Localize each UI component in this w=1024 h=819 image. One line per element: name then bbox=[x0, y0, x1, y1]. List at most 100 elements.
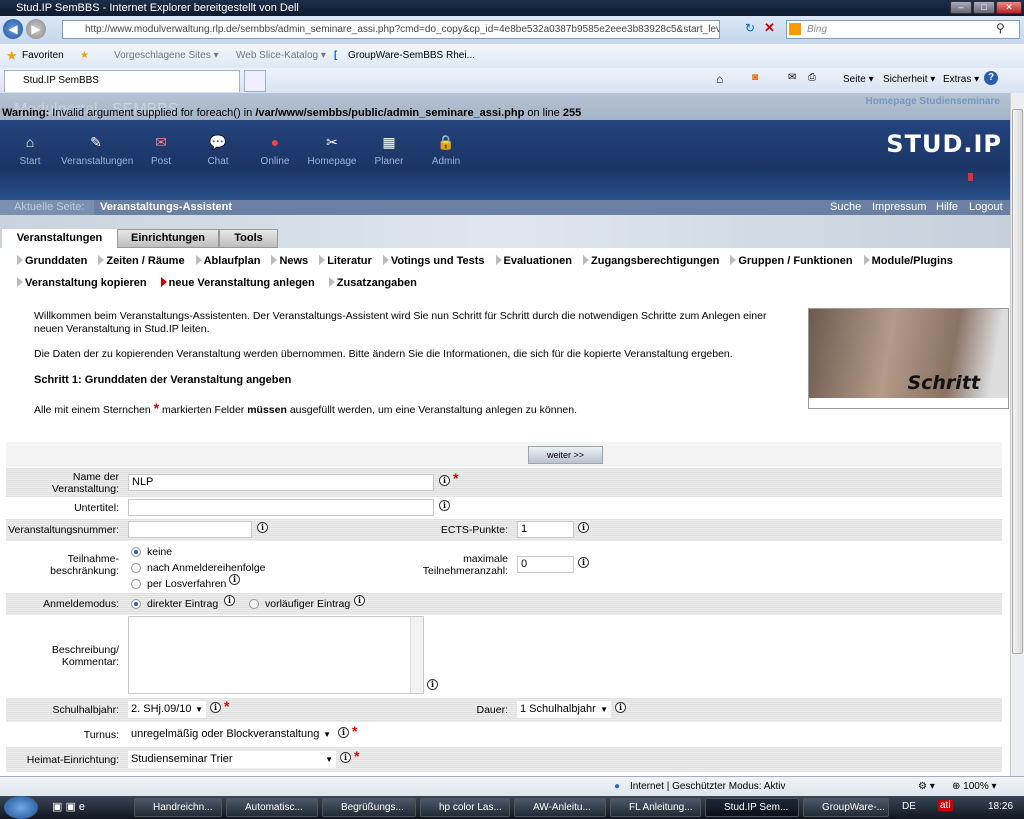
term-select[interactable]: 2. SHj.09/10 ▼ bbox=[128, 701, 206, 718]
textarea-scrollbar[interactable] bbox=[410, 617, 423, 693]
radio-anmeldereihenfolge[interactable] bbox=[131, 563, 141, 573]
info-icon[interactable]: i bbox=[338, 727, 349, 738]
extras-menu[interactable]: Extras ▾ bbox=[943, 74, 979, 85]
info-icon[interactable]: i bbox=[257, 522, 268, 533]
radio-direkter-eintrag[interactable] bbox=[131, 599, 141, 609]
back-button[interactable]: ◀ bbox=[3, 19, 23, 39]
taskbar-item[interactable]: GroupWare-... bbox=[803, 798, 889, 817]
help-icon[interactable]: ? bbox=[984, 71, 998, 85]
subnav-link[interactable]: Votings und Tests bbox=[382, 255, 485, 267]
subnav-link[interactable]: Literatur bbox=[319, 255, 372, 267]
start-button[interactable] bbox=[4, 796, 38, 819]
refresh-icon[interactable]: ↻ bbox=[745, 21, 755, 35]
print-icon[interactable]: ⎙ bbox=[808, 72, 816, 83]
subnav-link[interactable]: Evaluationen bbox=[495, 255, 572, 267]
tab-einrichtungen[interactable]: Einrichtungen bbox=[117, 229, 219, 248]
info-icon[interactable]: i bbox=[578, 557, 589, 568]
quicklaunch-icons[interactable]: ▣ ▣ e bbox=[52, 800, 85, 813]
browser-tab[interactable]: Stud.IP SemBBS bbox=[4, 70, 240, 92]
feed-icon[interactable]: ◙ bbox=[752, 72, 758, 83]
homepage-studienseminare-link[interactable]: Homepage Studienseminare bbox=[866, 96, 1000, 107]
forward-button[interactable]: ▶ bbox=[26, 19, 46, 39]
info-icon[interactable]: i bbox=[224, 595, 235, 606]
search-input[interactable]: Bing bbox=[786, 20, 1020, 39]
fav-link-webslice[interactable]: Web Slice-Katalog ▾ bbox=[236, 44, 326, 68]
subnav-link[interactable]: Zugangsberechtigungen bbox=[583, 255, 719, 267]
weiter-button[interactable]: weiter >> bbox=[528, 446, 603, 464]
subnav-link[interactable]: Grunddaten bbox=[17, 255, 87, 267]
taskbar-item[interactable]: Stud.IP Sem... bbox=[705, 798, 799, 817]
subnav-link[interactable]: Module/Plugins bbox=[863, 255, 953, 267]
taskbar-item[interactable]: hp color Las... bbox=[420, 798, 510, 817]
taskbar-item[interactable]: AW-Anleitu... bbox=[514, 798, 606, 817]
info-icon[interactable]: i bbox=[439, 475, 450, 486]
fav-link-suggested[interactable]: Vorgeschlagene Sites ▾ bbox=[114, 44, 219, 68]
favorites-button[interactable]: Favoriten bbox=[22, 44, 64, 68]
info-icon[interactable]: i bbox=[427, 679, 438, 690]
info-icon[interactable]: i bbox=[615, 702, 626, 713]
taskbar-item[interactable]: Automatisc... bbox=[226, 798, 318, 817]
radio-vorlaeufiger-eintrag[interactable] bbox=[249, 599, 259, 609]
subnav-link[interactable]: Zeiten / Räume bbox=[98, 255, 185, 267]
favorites-star-icon: ★ bbox=[6, 48, 18, 63]
info-icon[interactable]: i bbox=[439, 500, 450, 511]
triangle-icon bbox=[730, 255, 737, 265]
radio-losverfahren[interactable] bbox=[131, 579, 141, 589]
max-input[interactable]: 0 bbox=[517, 556, 574, 573]
taskbar-item[interactable]: Begrüßungs... bbox=[322, 798, 416, 817]
address-bar[interactable]: http://www.modulverwaltung.rlp.de/sembbs… bbox=[62, 20, 720, 39]
tab-veranstaltungen[interactable]: Veranstaltungen bbox=[2, 229, 117, 248]
search-icon[interactable]: ⚲ bbox=[996, 21, 1005, 35]
new-tab-button[interactable] bbox=[244, 70, 266, 92]
info-icon[interactable]: i bbox=[340, 752, 351, 763]
home-icon[interactable]: ⌂ bbox=[716, 72, 723, 86]
link-logout[interactable]: Logout bbox=[969, 200, 1003, 215]
duration-select[interactable]: 1 Schulhalbjahr ▼ bbox=[517, 701, 611, 718]
subtitle-label: Untertitel: bbox=[74, 502, 119, 514]
radio-keine[interactable] bbox=[131, 547, 141, 557]
language-indicator[interactable]: DE bbox=[902, 801, 916, 812]
scrollbar-thumb[interactable] bbox=[1012, 109, 1023, 654]
security-menu[interactable]: Sicherheit ▾ bbox=[883, 74, 935, 85]
page-scrollbar[interactable] bbox=[1010, 93, 1024, 776]
subnav-link[interactable]: Gruppen / Funktionen bbox=[730, 255, 853, 267]
protected-mode-icon[interactable]: ⚙ ▾ bbox=[918, 777, 935, 796]
add-favorite-icon[interactable]: ★ bbox=[80, 44, 89, 68]
taskbar-item[interactable]: Handreichn... bbox=[134, 798, 222, 817]
nav-admin[interactable]: 🔒 Admin bbox=[411, 134, 481, 167]
name-input[interactable]: NLP bbox=[128, 474, 434, 491]
info-icon[interactable]: i bbox=[354, 595, 365, 606]
mail-icon[interactable]: ✉ bbox=[788, 72, 796, 83]
subtitle-input[interactable] bbox=[128, 499, 434, 516]
tab-tools[interactable]: Tools bbox=[219, 229, 278, 248]
row-heimat: Heimat-Einrichtung: Studienseminar Trier… bbox=[6, 747, 1002, 772]
taskbar-item[interactable]: FL Anleitung... bbox=[610, 798, 701, 817]
link-suche[interactable]: Suche bbox=[830, 200, 861, 215]
maximize-button[interactable]: □ bbox=[973, 1, 995, 14]
subnav-link[interactable]: Ablaufplan bbox=[195, 255, 260, 267]
description-textarea[interactable] bbox=[128, 616, 424, 694]
subnav-link[interactable]: News bbox=[271, 255, 308, 267]
info-icon[interactable]: i bbox=[210, 702, 221, 713]
link-impressum[interactable]: Impressum bbox=[872, 200, 926, 215]
nav-veranstaltungen[interactable]: ✎ Veranstaltungen bbox=[61, 134, 133, 167]
info-icon[interactable]: i bbox=[229, 574, 240, 585]
number-input[interactable] bbox=[128, 521, 252, 538]
subnav-link[interactable]: Veranstaltung kopieren bbox=[17, 277, 147, 289]
ects-input[interactable]: 1 bbox=[517, 521, 574, 538]
link-hilfe[interactable]: Hilfe bbox=[936, 200, 958, 215]
subnav-link[interactable]: Zusatzangaben bbox=[328, 277, 417, 289]
nav-start[interactable]: ⌂ Start bbox=[0, 134, 65, 167]
close-window-button[interactable]: ✕ bbox=[996, 1, 1022, 14]
stop-icon[interactable]: ✕ bbox=[764, 20, 775, 36]
zoom-level[interactable]: ⊕ 100% ▾ bbox=[952, 777, 997, 796]
minimize-button[interactable]: – bbox=[950, 1, 972, 14]
info-icon[interactable]: i bbox=[578, 522, 589, 533]
clock[interactable]: 18:26 bbox=[988, 801, 1013, 812]
tray-icons[interactable]: ati bbox=[938, 800, 953, 811]
page-menu[interactable]: Seite ▾ bbox=[843, 74, 874, 85]
home-select[interactable]: Studienseminar Trier ▼ bbox=[128, 751, 336, 768]
turnus-select[interactable]: unregelmäßig oder Blockveranstaltung ▼ bbox=[128, 726, 334, 743]
subnav-link[interactable]: neue Veranstaltung anlegen bbox=[160, 277, 315, 289]
fav-link-groupware[interactable]: GroupWare-SemBBS Rhei... bbox=[348, 44, 475, 68]
